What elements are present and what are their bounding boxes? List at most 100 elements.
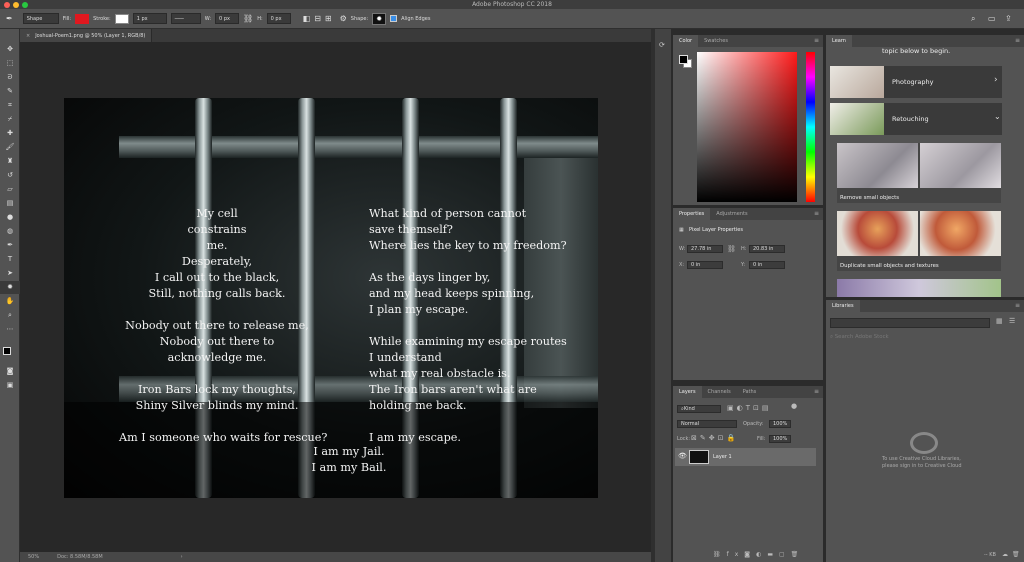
blend-mode-select[interactable]: Normal xyxy=(677,420,737,428)
layer-actions-icons[interactable]: ⛓fx◙◐▬▢🗑 xyxy=(713,551,804,558)
panel-menu-icon[interactable]: ≡ xyxy=(1015,302,1020,309)
document-tab[interactable]: × Joshual-Poem1.png @ 50% (Layer 1, RGB/… xyxy=(20,29,153,42)
foreground-swatch[interactable] xyxy=(679,55,688,64)
pen-tool-preset-icon[interactable]: ✒ xyxy=(6,14,13,23)
stroke-color-swatch[interactable] xyxy=(114,13,129,24)
align-edges-checkbox[interactable] xyxy=(390,15,398,22)
panel-menu-icon[interactable]: ≡ xyxy=(814,388,819,395)
crop-tool-icon[interactable]: ⌗ xyxy=(0,99,20,112)
dodge-tool-icon[interactable]: ◍ xyxy=(0,225,20,238)
panel-menu-icon[interactable]: ≡ xyxy=(814,210,819,217)
trash-icon[interactable]: 🗑 xyxy=(1012,551,1020,558)
eyedropper-tool-icon[interactable]: ⌿ xyxy=(0,113,20,126)
path-selection-tool-icon[interactable]: ➤ xyxy=(0,267,20,280)
healing-brush-tool-icon[interactable]: ✚ xyxy=(0,127,20,140)
layer-row[interactable]: 👁 Layer 1 xyxy=(675,448,816,466)
eraser-tool-icon[interactable]: ▱ xyxy=(0,183,20,196)
width-field[interactable]: 0 px xyxy=(215,13,240,24)
filter-icons[interactable]: ▣◐T⊡▤ xyxy=(727,404,771,412)
opacity-input[interactable]: 100% xyxy=(769,420,791,428)
tab-paths[interactable]: Paths xyxy=(737,386,763,398)
lasso-tool-icon[interactable]: ᘐ xyxy=(0,71,20,84)
pen-tool-icon[interactable]: ✒ xyxy=(0,239,20,252)
status-arrow-icon[interactable]: › xyxy=(181,554,183,560)
workspace-icon[interactable]: ▭ xyxy=(988,14,996,23)
tutorial-next-preview[interactable] xyxy=(837,279,1001,297)
document-canvas[interactable]: My cell constrains me. Desperately, I call o… xyxy=(64,98,598,498)
tab-layers[interactable]: Layers xyxy=(673,386,702,398)
y-input[interactable]: 0 in xyxy=(749,261,785,269)
more-tools-icon[interactable]: ⋯ xyxy=(0,323,20,336)
stock-search-input[interactable]: ⌕ Search Adobe Stock xyxy=(830,334,1020,344)
history-panel-icon[interactable]: ⟳ xyxy=(659,41,665,49)
foreground-color-swatch[interactable] xyxy=(3,347,11,355)
search-icon[interactable]: ⌕ xyxy=(971,14,975,23)
path-alignment-icon[interactable]: ⊟ xyxy=(314,14,321,23)
custom-shape-tool-icon[interactable]: ✹ xyxy=(0,281,20,294)
cloud-icon[interactable]: ☁ xyxy=(1002,551,1008,558)
zoom-window-button[interactable] xyxy=(22,2,28,8)
library-select[interactable] xyxy=(830,318,990,328)
filter-toggle-icon[interactable]: ● xyxy=(791,402,797,410)
tutorial-remove-small-objects[interactable]: Remove small objects xyxy=(837,143,1001,203)
x-input[interactable]: 0 in xyxy=(687,261,723,269)
poem-line: As the days linger by, xyxy=(369,271,491,284)
close-tab-icon[interactable]: × xyxy=(26,33,30,39)
tab-learn[interactable]: Learn xyxy=(826,35,852,47)
tab-swatches[interactable]: Swatches xyxy=(698,35,734,47)
list-view-icon[interactable]: ☰ xyxy=(1009,317,1015,325)
canvas-area[interactable]: My cell constrains me. Desperately, I call o… xyxy=(20,42,651,552)
blur-tool-icon[interactable]: ● xyxy=(0,211,20,224)
path-operations-icon[interactable]: ◧ xyxy=(303,14,311,23)
color-field[interactable] xyxy=(697,52,797,202)
link-dimensions-icon[interactable]: ⛓ xyxy=(727,245,736,253)
path-arrangement-icon[interactable]: ⊞ xyxy=(325,14,332,23)
fill-color-swatch[interactable] xyxy=(75,13,90,24)
tab-libraries[interactable]: Libraries xyxy=(826,300,860,312)
quick-mask-icon[interactable]: ◙ xyxy=(0,365,20,378)
stroke-width-field[interactable]: 1 px xyxy=(132,13,167,24)
brush-tool-icon[interactable]: 🖌 xyxy=(0,141,20,154)
marquee-tool-icon[interactable]: ⬚ xyxy=(0,57,20,70)
panel-menu-icon[interactable]: ≡ xyxy=(1015,37,1020,44)
tab-properties[interactable]: Properties xyxy=(673,208,711,220)
category-retouching[interactable]: Retouching ⌄ xyxy=(830,103,1002,135)
link-icon[interactable]: ⛓ xyxy=(243,14,253,23)
tool-mode-select[interactable]: Shape xyxy=(22,13,59,24)
zoom-level[interactable]: 50% xyxy=(28,554,39,560)
poem-line: Where lies the key to my freedom? xyxy=(369,239,567,252)
type-tool-icon[interactable]: T xyxy=(0,253,20,266)
lock-icons[interactable]: ⊠✎✥⊡🔒 xyxy=(691,434,738,442)
history-brush-tool-icon[interactable]: ↺ xyxy=(0,169,20,182)
shape-picker[interactable]: ✹ xyxy=(372,12,387,25)
fill-input[interactable]: 100% xyxy=(769,435,791,443)
close-window-button[interactable] xyxy=(4,2,10,8)
layer-filter-kind[interactable]: ⌕ Kind xyxy=(677,405,721,413)
layer-name[interactable]: Layer 1 xyxy=(713,454,732,460)
gradient-tool-icon[interactable]: ▤ xyxy=(0,197,20,210)
hue-slider[interactable] xyxy=(806,52,815,202)
minimize-window-button[interactable] xyxy=(13,2,19,8)
category-photography[interactable]: Photography › xyxy=(830,66,1002,98)
height-field[interactable]: 0 px xyxy=(266,13,291,24)
pixel-layer-icon: ▦ xyxy=(679,227,684,233)
visibility-eye-icon[interactable]: 👁 xyxy=(678,452,687,460)
poem-line: Iron Bars lock my thoughts, xyxy=(137,383,296,396)
tab-color[interactable]: Color xyxy=(673,35,699,47)
move-tool-icon[interactable]: ✥ xyxy=(0,43,20,56)
grid-view-icon[interactable]: ▦ xyxy=(996,317,1003,325)
tutorial-duplicate-small-objects[interactable]: Duplicate small objects and textures xyxy=(837,211,1001,271)
quick-selection-tool-icon[interactable]: ✎ xyxy=(0,85,20,98)
gear-icon[interactable]: ⚙ xyxy=(340,14,347,23)
screen-mode-icon[interactable]: ▣ xyxy=(0,379,20,392)
tab-adjustments[interactable]: Adjustments xyxy=(710,208,753,220)
hand-tool-icon[interactable]: ✋ xyxy=(0,295,20,308)
share-icon[interactable]: ⇪ xyxy=(1005,14,1012,23)
width-input[interactable]: 27.78 in xyxy=(687,245,723,253)
clone-stamp-tool-icon[interactable]: ♜ xyxy=(0,155,20,168)
tab-channels[interactable]: Channels xyxy=(702,386,737,398)
stroke-type-select[interactable]: ─── xyxy=(170,13,201,24)
panel-menu-icon[interactable]: ≡ xyxy=(814,37,819,44)
height-input[interactable]: 20.83 in xyxy=(749,245,785,253)
zoom-tool-icon[interactable]: ⌕ xyxy=(0,309,20,322)
